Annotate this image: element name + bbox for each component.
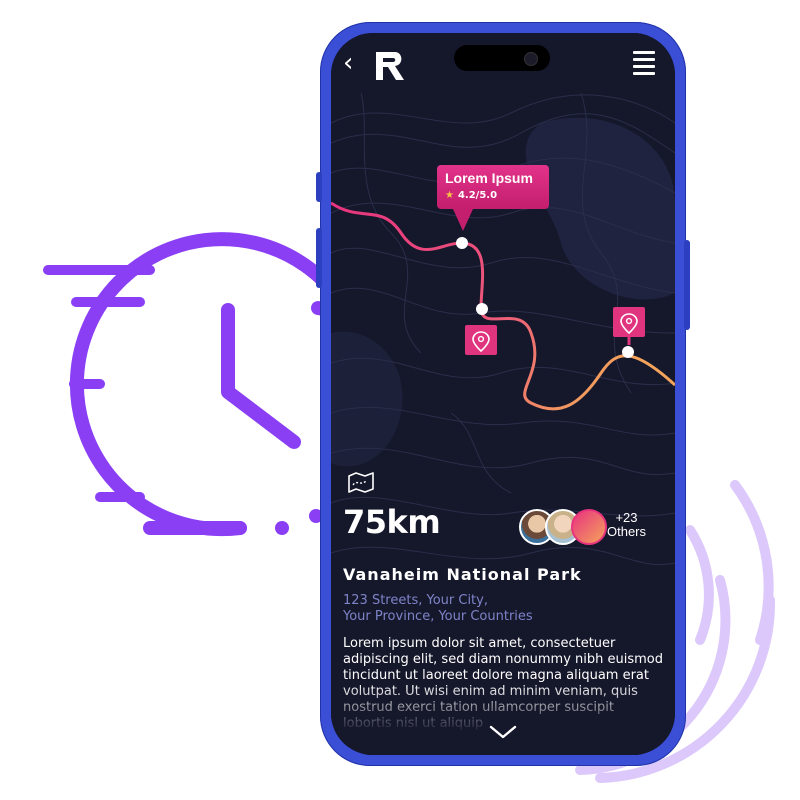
others-count: +23 Others	[607, 511, 646, 539]
map-pin-marker[interactable]	[465, 325, 497, 355]
participant-avatars[interactable]	[519, 509, 609, 545]
trip-distance: 75km	[343, 503, 441, 541]
others-label: Others	[607, 524, 647, 539]
tooltip-title: Lorem Ipsum	[445, 170, 533, 186]
route-waypoint[interactable]	[622, 346, 634, 358]
address-line-1: 123 Streets, Your City,	[343, 593, 488, 608]
clock-circle	[69, 232, 347, 537]
folded-map-icon	[348, 472, 374, 493]
rating-value: 4.2/5.0	[457, 190, 498, 201]
star-icon: ★	[445, 190, 454, 201]
camera-icon	[524, 52, 538, 66]
avatar-more[interactable]	[571, 509, 607, 545]
chevron-down-icon[interactable]	[487, 723, 519, 741]
back-arrow-icon[interactable]: ‹	[343, 50, 353, 76]
notch	[454, 45, 550, 71]
route-waypoint[interactable]	[476, 303, 488, 315]
route-waypoint[interactable]	[456, 237, 468, 249]
side-button-right	[684, 240, 690, 330]
app-logo	[376, 52, 404, 80]
place-name: Vanaheim National Park	[343, 565, 582, 584]
app-screen: ‹ Lorem Ipsum ★ 4.2/5.0 75km +23 Others V…	[331, 33, 675, 755]
others-number: +23	[615, 510, 638, 525]
tooltip-rating: ★ 4.2/5.0	[445, 190, 497, 201]
hamburger-menu-icon[interactable]	[633, 51, 655, 79]
description-fade	[331, 683, 675, 755]
address-line-2: Your Province, Your Countries	[343, 609, 533, 624]
side-button-left-1	[316, 172, 322, 202]
place-address: 123 Streets, Your City, Your Province, Y…	[343, 593, 533, 625]
location-tooltip[interactable]: Lorem Ipsum ★ 4.2/5.0	[437, 165, 549, 209]
side-button-left-2	[316, 228, 322, 288]
clock-hands	[221, 303, 301, 449]
